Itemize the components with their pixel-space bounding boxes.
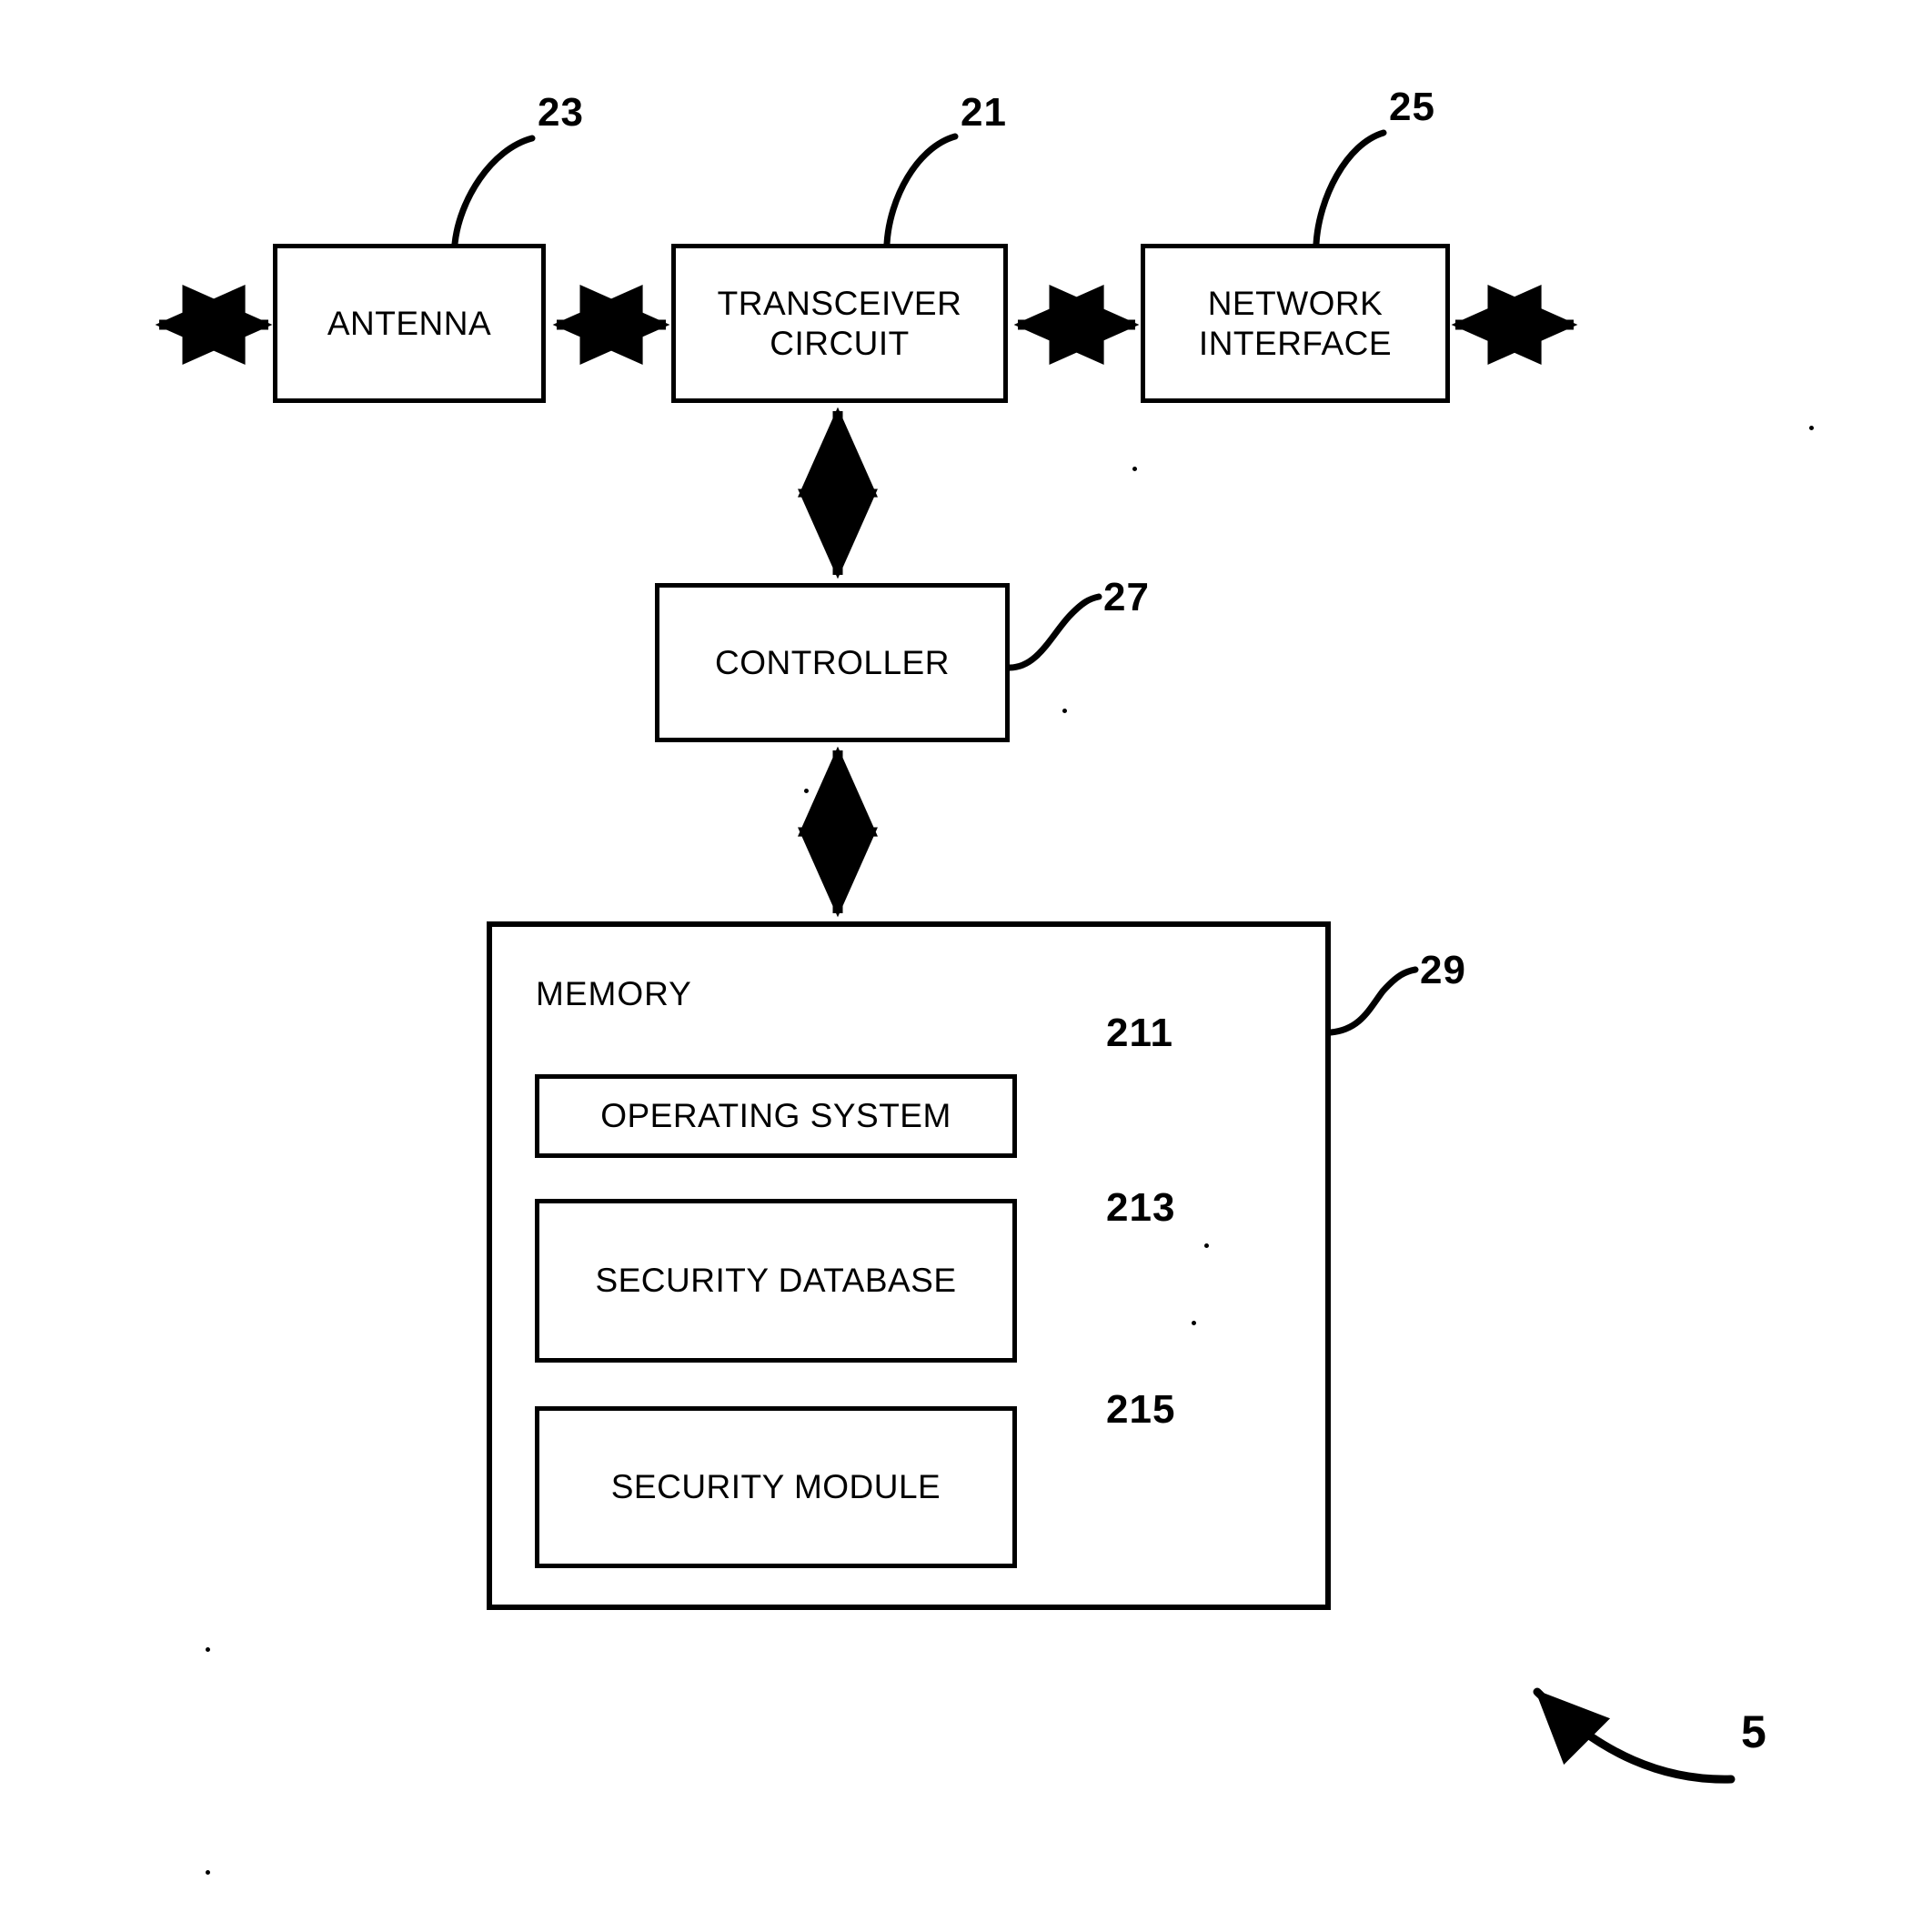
scan-speck (1132, 467, 1137, 471)
block-security-module-label: SECURITY MODULE (610, 1468, 941, 1506)
block-security-database[interactable]: SECURITY DATABASE (535, 1199, 1017, 1363)
scan-speck (206, 1870, 210, 1875)
block-antenna-label: ANTENNA (327, 304, 492, 342)
block-network-interface-label: NETWORK INTERFACE (1198, 284, 1393, 362)
block-transceiver-circuit[interactable]: TRANSCEIVER CIRCUIT (671, 244, 1008, 403)
leader-line-23 (451, 135, 536, 247)
block-antenna[interactable]: ANTENNA (273, 244, 546, 403)
reference-numeral-23: 23 (538, 90, 584, 135)
scan-speck (1204, 1243, 1209, 1248)
reference-numeral-27: 27 (1103, 575, 1150, 619)
block-transceiver-circuit-label: TRANSCEIVER CIRCUIT (717, 284, 962, 362)
block-security-database-label: SECURITY DATABASE (595, 1262, 957, 1300)
block-controller[interactable]: CONTROLLER (655, 583, 1010, 742)
reference-numeral-213: 213 (1106, 1185, 1176, 1230)
leader-line-21 (883, 133, 959, 247)
block-operating-system-label: OPERATING SYSTEM (600, 1097, 951, 1135)
leader-line-25 (1313, 129, 1387, 247)
block-memory-label: MEMORY (536, 975, 692, 1012)
reference-numeral-215: 215 (1106, 1387, 1176, 1432)
reference-numeral-25: 25 (1389, 85, 1435, 129)
block-security-module[interactable]: SECURITY MODULE (535, 1406, 1017, 1568)
figure-canvas: ANTENNA TRANSCEIVER CIRCUIT NETWORK INTE… (0, 0, 1912, 1932)
block-memory[interactable]: MEMORY OPERATING SYSTEM SECURITY DATABAS… (487, 921, 1331, 1610)
scan-speck (1809, 426, 1814, 430)
reference-numeral-211: 211 (1106, 1011, 1173, 1055)
reference-numeral-5: 5 (1741, 1706, 1767, 1757)
reference-numeral-29: 29 (1420, 948, 1466, 992)
block-controller-label: CONTROLLER (715, 643, 950, 681)
leader-line-27 (1006, 593, 1102, 671)
scan-speck (206, 1647, 210, 1652)
scan-speck (1192, 1321, 1196, 1325)
leader-line-5 (1533, 1687, 1736, 1784)
scan-speck (1062, 709, 1067, 713)
block-network-interface[interactable]: NETWORK INTERFACE (1141, 244, 1450, 403)
reference-numeral-21: 21 (961, 90, 1007, 135)
block-operating-system[interactable]: OPERATING SYSTEM (535, 1074, 1017, 1158)
scan-speck (804, 789, 809, 793)
leader-line-29 (1327, 966, 1419, 1036)
